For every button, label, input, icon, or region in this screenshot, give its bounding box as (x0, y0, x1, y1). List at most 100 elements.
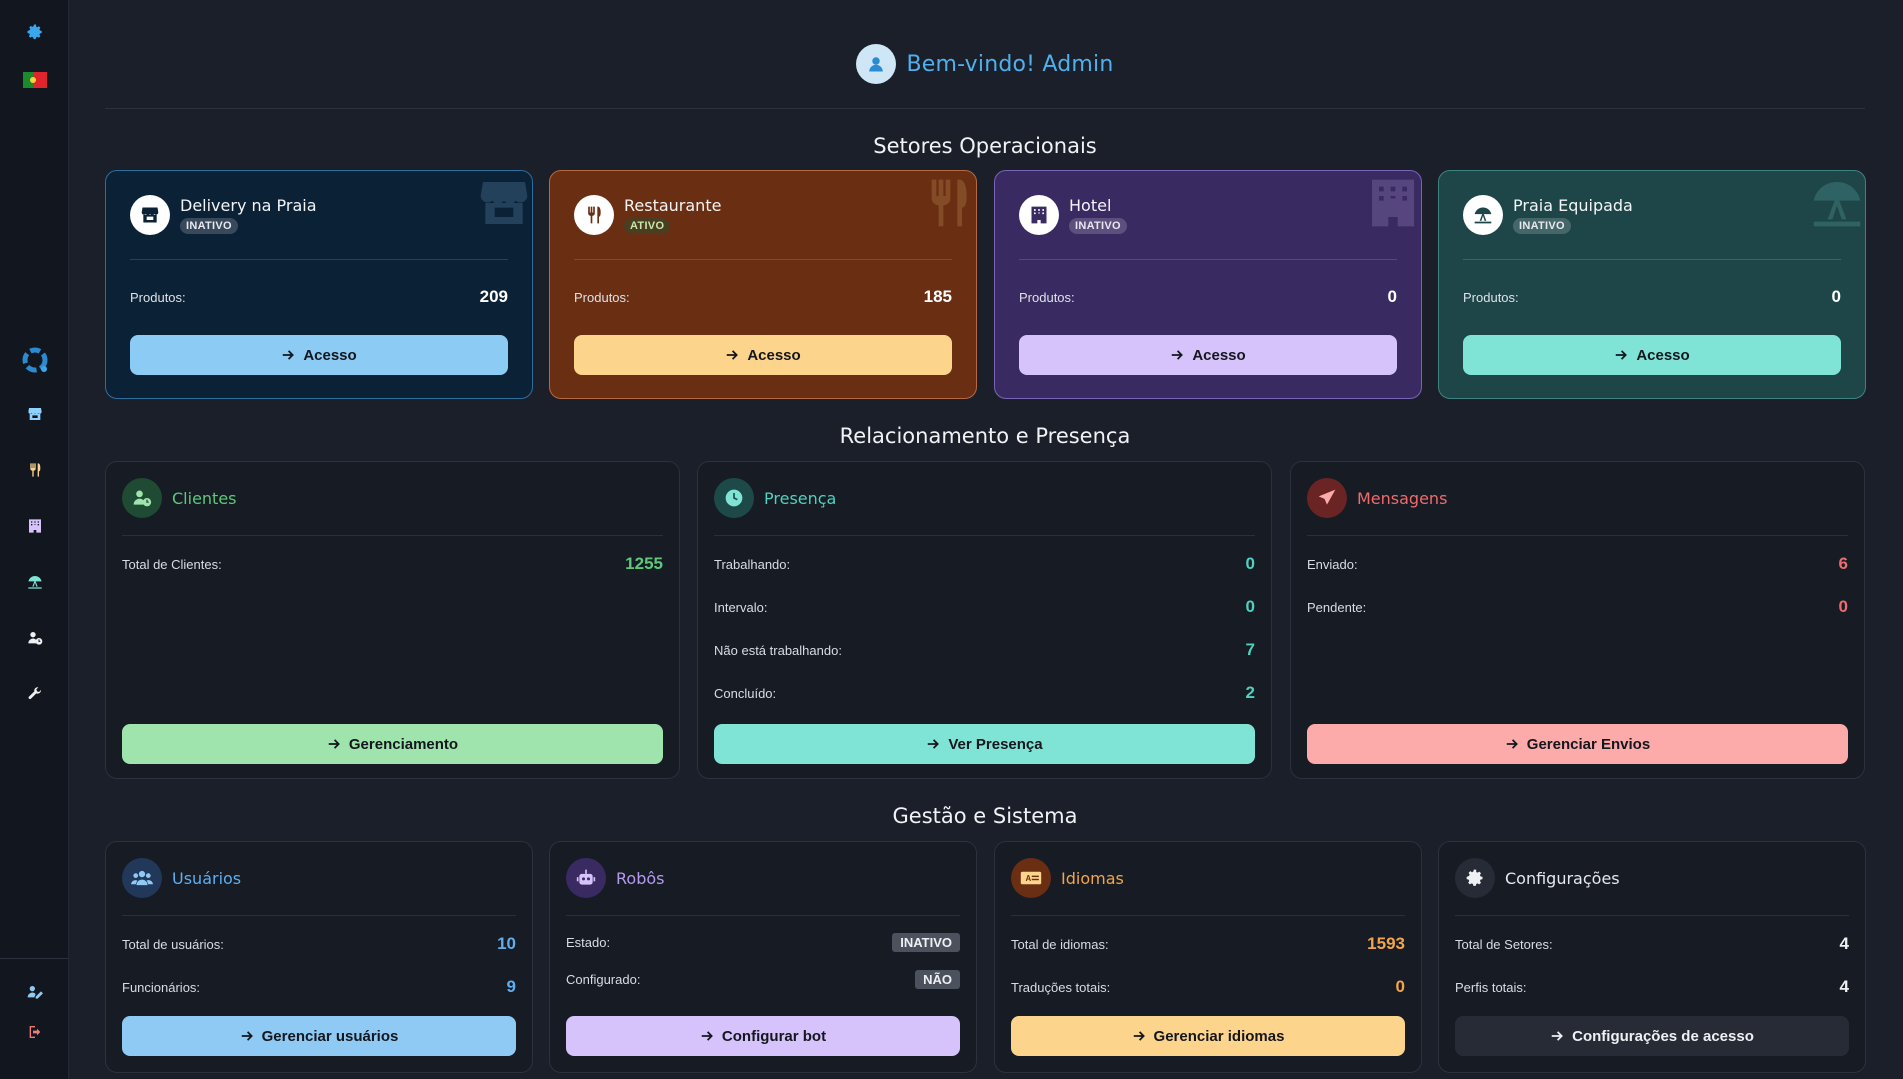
users-icon-circle (122, 858, 162, 898)
sector-icon-circle (1019, 195, 1059, 235)
sector-icon-circle (1463, 195, 1503, 235)
sector-name: Hotel (1069, 196, 1112, 215)
sidebar-item-restaurant[interactable] (0, 452, 69, 488)
status-badge: INATIVO (180, 218, 238, 234)
access-button[interactable]: Acesso (130, 335, 508, 375)
divider (714, 535, 1255, 536)
header-divider (105, 108, 1865, 109)
access-settings-button[interactable]: Configurações de acesso (1455, 1016, 1849, 1056)
configured-label: Configurado: (566, 971, 641, 987)
sidebar-item-profile[interactable] (0, 974, 69, 1010)
sidebar-item-clients[interactable] (0, 620, 69, 656)
sidebar-item-logo[interactable] (0, 342, 69, 378)
hotel-watermark-icon (1372, 179, 1414, 227)
user-edit-icon (27, 986, 43, 999)
manage-clients-button[interactable]: Gerenciamento (122, 724, 663, 764)
arrow-right-icon (241, 1031, 253, 1041)
products-label: Produtos: (574, 289, 630, 305)
clients-card: Clientes Total de Clientes: 1255 Gerenci… (105, 461, 680, 779)
arrow-right-icon (283, 350, 295, 360)
sidebar-item-logout[interactable] (0, 1014, 69, 1050)
messages-icon-circle (1307, 478, 1347, 518)
sector-card-delivery: Delivery na Praia INATIVO Produtos: 209 … (105, 170, 533, 399)
welcome-header: Bem-vindo! Admin (105, 42, 1865, 86)
products-label: Produtos: (1019, 289, 1075, 305)
card-title: Robôs (616, 868, 665, 888)
total-sectors-value: 4 (1839, 934, 1849, 953)
working-value: 0 (1245, 554, 1255, 573)
divider (1307, 535, 1848, 536)
divider (1463, 259, 1841, 260)
sidebar-divider (0, 958, 69, 959)
robots-icon-circle (566, 858, 606, 898)
break-label: Intervalo: (714, 599, 768, 615)
sector-icon-circle (574, 195, 614, 235)
messages-card: Mensagens Enviado: 6 Pendente: 0 Gerenci… (1290, 461, 1865, 779)
language-selector[interactable] (0, 62, 69, 98)
sidebar-item-delivery[interactable] (0, 396, 69, 432)
divider (1455, 915, 1849, 916)
status-badge: ATIVO (624, 218, 671, 234)
manage-messages-button[interactable]: Gerenciar Envios (1307, 724, 1848, 764)
arrow-right-icon (1133, 1031, 1145, 1041)
settings-card: Configurações Total de Setores: 4 Perfis… (1438, 841, 1866, 1073)
access-button-label: Acesso (303, 346, 357, 364)
utensils-icon (29, 463, 40, 477)
sidebar-item-beach[interactable] (0, 564, 69, 600)
total-users-value: 10 (497, 934, 516, 953)
users-card: Usuários Total de usuários: 10 Funcionár… (105, 841, 533, 1073)
umbrella-beach-icon (1474, 207, 1492, 224)
arrow-right-icon (1616, 350, 1628, 360)
configure-bot-button[interactable]: Configurar bot (566, 1016, 960, 1056)
sidebar-item-tools[interactable] (0, 676, 69, 712)
products-count: 0 (1387, 287, 1397, 306)
store-watermark-icon (480, 182, 528, 224)
languages-card: A Idiomas Total de idiomas: 1593 Traduçõ… (994, 841, 1422, 1073)
hotel-icon (28, 519, 41, 533)
sidebar (0, 0, 69, 1079)
paper-plane-icon (1318, 489, 1336, 505)
svg-text:A: A (1026, 874, 1032, 883)
total-profiles-label: Perfis totais: (1455, 979, 1527, 995)
divider (566, 915, 960, 916)
access-button[interactable]: Acesso (1463, 335, 1841, 375)
manage-users-button[interactable]: Gerenciar usuários (122, 1016, 516, 1056)
button-label: Gerenciamento (348, 735, 459, 753)
umbrella-beach-icon (27, 575, 42, 589)
store-icon (27, 408, 42, 420)
presence-icon-circle (714, 478, 754, 518)
not-working-label: Não está trabalhando: (714, 642, 842, 658)
access-button[interactable]: Acesso (1019, 335, 1397, 375)
section-title-sectors: Setores Operacionais (873, 134, 1097, 158)
total-clients-value: 1255 (625, 554, 663, 573)
button-label: Gerenciar idiomas (1153, 1027, 1285, 1045)
view-presence-button[interactable]: Ver Presença (714, 724, 1255, 764)
products-label: Produtos: (130, 289, 186, 305)
working-label: Trabalhando: (714, 556, 791, 572)
access-button[interactable]: Acesso (574, 335, 952, 375)
products-count: 209 (479, 287, 508, 306)
section-title-relations: Relacionamento e Presença (839, 424, 1131, 448)
sector-name: Restaurante (624, 196, 722, 215)
products-label: Produtos: (1463, 289, 1519, 305)
configured-badge: NÃO (915, 969, 960, 989)
spinner-logo-icon (22, 347, 47, 373)
sector-card-restaurant: Restaurante ATIVO Produtos: 185 Acesso (549, 170, 977, 399)
sector-card-hotel: Hotel INATIVO Produtos: 0 Acesso (994, 170, 1422, 399)
arrow-right-icon (928, 739, 940, 749)
settings-gear-button[interactable] (0, 14, 69, 50)
logout-icon (29, 1026, 40, 1038)
arrow-right-icon (1506, 739, 1518, 749)
manage-languages-button[interactable]: Gerenciar idiomas (1011, 1016, 1405, 1056)
wrench-icon (28, 687, 41, 700)
language-icon: A (1020, 871, 1042, 885)
employees-label: Funcionários: (122, 979, 201, 995)
settings-icon-circle (1455, 858, 1495, 898)
button-label: Configurações de acesso (1572, 1027, 1754, 1045)
sidebar-item-hotel[interactable] (0, 508, 69, 544)
button-label: Ver Presença (948, 735, 1043, 753)
translations-label: Traduções totais: (1011, 979, 1111, 995)
employees-value: 9 (506, 977, 516, 996)
products-count: 185 (923, 287, 952, 306)
arrow-right-icon (1172, 350, 1184, 360)
